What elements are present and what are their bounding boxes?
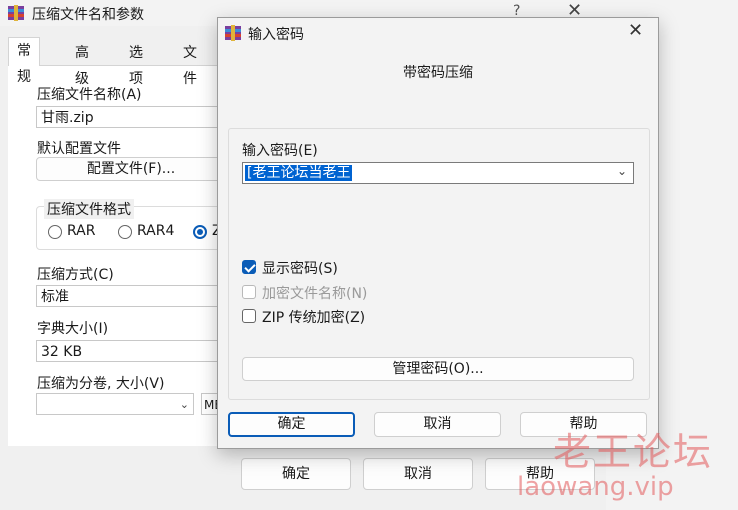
dialog-header: 带密码压缩 — [403, 65, 473, 81]
profile-button[interactable]: 配置文件(F)... — [36, 157, 226, 181]
password-combobox[interactable]: [老王论坛当老王 ⌄ — [242, 162, 634, 184]
show-password-label: 显示密码(S) — [262, 261, 338, 277]
format-rar-radio[interactable] — [48, 225, 62, 239]
watermark-text: 老王论坛 — [553, 430, 714, 474]
format-rar4-radio[interactable] — [118, 225, 132, 239]
encrypt-names-label: 加密文件名称(N) — [262, 286, 368, 302]
format-rar-label: RAR — [67, 223, 96, 239]
archive-name-label: 压缩文件名称(A) — [37, 87, 142, 103]
cancel-button[interactable]: 取消 — [374, 412, 501, 437]
winrar-icon — [8, 5, 24, 21]
method-label: 压缩方式(C) — [37, 267, 114, 283]
ok-button[interactable]: 确定 — [228, 412, 355, 437]
watermark-url: laowang.vip — [517, 472, 674, 502]
password-dialog: 输入密码 ✕ 带密码压缩 输入密码(E) [老王论坛当老王 ⌄ 显示密码(S) … — [217, 17, 659, 449]
format-rar4-label: RAR4 — [137, 223, 175, 239]
dict-label: 字典大小(I) — [37, 321, 109, 337]
tab-files[interactable]: 文件 — [174, 39, 206, 87]
zip-legacy-label: ZIP 传统加密(Z) — [262, 310, 366, 326]
default-profile-label: 默认配置文件 — [37, 141, 121, 157]
dialog-title: 输入密码 — [248, 27, 304, 43]
password-value[interactable]: [老王论坛当老王 — [245, 165, 353, 181]
show-password-checkbox[interactable] — [242, 260, 256, 274]
tab-options[interactable]: 选项 — [120, 39, 152, 87]
back-ok-button[interactable]: 确定 — [241, 458, 351, 490]
archive-name-input[interactable]: 甘雨.zip — [36, 106, 226, 128]
manage-passwords-button[interactable]: 管理密码(O)... — [242, 357, 634, 381]
split-label: 压缩为分卷, 大小(V) — [37, 376, 165, 392]
tab-advanced[interactable]: 高级 — [66, 39, 98, 87]
zip-legacy-checkbox[interactable] — [242, 309, 256, 323]
split-size-input[interactable]: ⌄ — [36, 393, 194, 415]
window-title: 压缩文件名和参数 — [32, 7, 144, 23]
method-select[interactable]: 标准 — [36, 285, 226, 307]
chevron-down-icon[interactable]: ⌄ — [617, 164, 627, 178]
dict-select[interactable]: 32 KB — [36, 340, 226, 362]
close-icon[interactable]: ✕ — [628, 20, 643, 41]
encrypt-names-checkbox[interactable] — [242, 285, 256, 299]
format-zip-radio[interactable] — [193, 225, 207, 239]
password-label: 输入密码(E) — [242, 143, 318, 159]
tab-general[interactable]: 常规 — [8, 37, 40, 85]
format-group-label: 压缩文件格式 — [44, 199, 134, 219]
back-cancel-button[interactable]: 取消 — [363, 458, 473, 490]
winrar-icon — [225, 25, 241, 41]
chevron-down-icon[interactable]: ⌄ — [180, 394, 189, 416]
